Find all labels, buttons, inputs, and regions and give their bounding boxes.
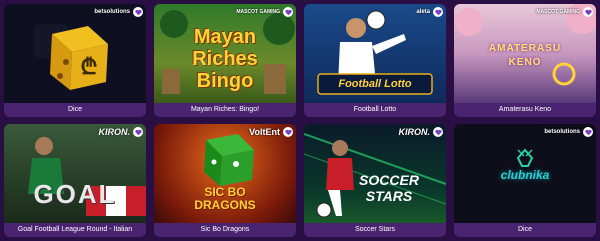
heart-icon [134,129,142,135]
heart-icon [134,9,142,15]
football-icon [366,10,386,30]
game-card-amaterasu-keno[interactable]: AMATERASU KENO MASCOT GAMING Amaterasu K… [454,4,596,117]
game-art-title: SOCCER STARS [359,172,419,204]
game-caption: Soccer Stars [304,223,446,237]
game-thumbnail: ₾ [4,4,146,103]
favorite-button[interactable] [133,7,143,17]
favorite-button[interactable] [433,7,443,17]
game-thumbnail: SIC BO DRAGONS [154,124,296,223]
game-thumbnail: Mayan Riches Bingo [154,4,296,103]
heart-icon [434,129,442,135]
game-thumbnail: SOCCER STARS [304,124,446,223]
favorite-button[interactable] [433,127,443,137]
game-art-title: AMATERASU KENO [488,43,562,68]
favorite-button[interactable] [283,7,293,17]
game-art-title: GOAL [33,179,117,209]
heart-icon [434,9,442,15]
game-caption: Mayan Riches: Bingo! [154,103,296,117]
game-thumbnail: GOAL [4,124,146,223]
game-card-dice[interactable]: ₾ betsolutions Dice [4,4,146,117]
game-caption: Amaterasu Keno [454,103,596,117]
provider-label: aleta [416,9,430,15]
game-card-mayan-riches[interactable]: Mayan Riches Bingo MASCOT GAMING Mayan R… [154,4,296,117]
game-grid: ₾ betsolutions Dice Mayan Riches Bingo M… [0,0,600,241]
game-caption: Goal Football League Round - Italian [4,223,146,237]
svg-text:₾: ₾ [81,54,98,79]
game-thumbnail: Football Lotto [304,4,446,103]
game-caption: Football Lotto [304,103,446,117]
heart-icon [584,129,592,135]
game-card-soccer-stars[interactable]: SOCCER STARS KIRON. Soccer Stars [304,124,446,237]
game-art-title: Mayan Riches Bingo [192,26,258,92]
game-thumbnail: AMATERASU KENO [454,4,596,103]
heart-icon [284,129,292,135]
game-thumbnail: clubnika [454,124,596,223]
game-art-title: SIC BO DRAGONS [194,185,256,212]
game-art-title: clubnika [500,168,550,182]
game-art-title: Football Lotto [338,78,412,90]
favorite-button[interactable] [583,7,593,17]
game-caption: Sic Bo Dragons [154,223,296,237]
provider-label: betsolutions [94,9,130,15]
game-caption: Dice [4,103,146,117]
game-card-football-lotto[interactable]: Football Lotto aleta Football Lotto [304,4,446,117]
favorite-button[interactable] [133,127,143,137]
game-card-dice-clubnika[interactable]: clubnika betsolutions Dice [454,124,596,237]
heart-icon [284,9,292,15]
heart-icon [584,9,592,15]
favorite-button[interactable] [583,127,593,137]
provider-label: VoltEnt [249,127,280,137]
game-card-sic-bo-dragons[interactable]: SIC BO DRAGONS VoltEnt Sic Bo Dragons [154,124,296,237]
game-card-goal-football[interactable]: GOAL KIRON. Goal Football League Round -… [4,124,146,237]
football-icon [316,202,332,218]
provider-label: KIRON. [98,127,131,137]
game-caption: Dice [454,223,596,237]
provider-label: betsolutions [544,129,580,135]
provider-label: MASCOT GAMING [236,9,280,15]
provider-label: MASCOT GAMING [536,9,580,15]
provider-label: KIRON. [398,127,431,137]
dice-icon: ₾ [34,24,108,90]
favorite-button[interactable] [283,127,293,137]
